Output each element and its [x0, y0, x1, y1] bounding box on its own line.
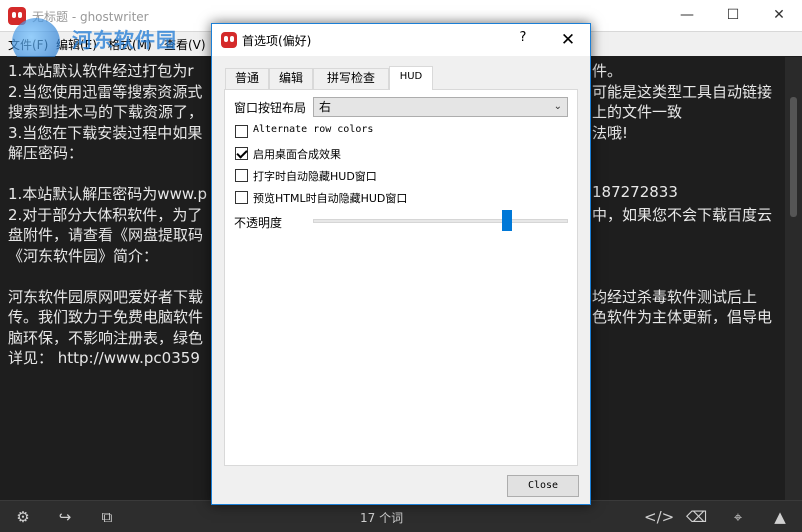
chevron-down-icon: ⌄: [553, 101, 562, 112]
editor-line: 3.当您在下载安装过程中如果: [8, 123, 203, 142]
dialog-app-icon: [221, 32, 237, 48]
editor-line: 盘附件，请查看《网盘提取码: [8, 226, 204, 244]
button-layout-value: 右: [319, 100, 332, 114]
backspace-icon[interactable]: ⌫: [686, 507, 707, 527]
editor-line: 《河东软件园》简介：: [8, 246, 159, 265]
editor-line: 2.对于部分大体积软件，为了: [8, 205, 203, 224]
editor-line-right: 上的文件一致: [592, 103, 683, 121]
copy-html-icon[interactable]: ⧉: [97, 507, 117, 527]
editor-line: 河东软件园原网吧爱好者下载: [8, 287, 204, 306]
tab-edit[interactable]: 编辑: [269, 68, 313, 89]
autohide-hud-preview-checkbox[interactable]: [235, 191, 248, 204]
scrollbar-thumb[interactable]: [790, 97, 797, 217]
editor-line: 脑环保，不影响注册表，绿色: [8, 328, 204, 347]
tab-general[interactable]: 普通: [225, 68, 269, 89]
hud-tab-panel: 窗口按钮布局 右 ⌄ Alternate row colors 启用桌面合成效果…: [224, 89, 578, 466]
window-title: 无标题 - ghostwriter: [32, 10, 149, 24]
editor-line: 搜索到挂木马的下载资源了，: [8, 103, 204, 121]
editor-line-right: 可能是这类型工具自动链接: [592, 82, 773, 101]
editor-line-right: 中，如果您不会下载百度云: [592, 205, 773, 224]
preferences-dialog: 首选项(偏好) ? ✕ 普通 编辑 拼写检查 HUD 窗口按钮布局 右 ⌄ Al…: [211, 23, 591, 505]
editor-line: 解压密码：: [8, 144, 84, 162]
opacity-slider-track[interactable]: [313, 219, 568, 223]
code-view-icon[interactable]: </>: [644, 507, 674, 527]
desktop-compositing-label: 启用桌面合成效果: [253, 148, 341, 161]
opacity-slider-thumb[interactable]: [501, 210, 512, 231]
editor-line-right: 色软件为主体更新，倡导电: [592, 308, 773, 326]
settings-gear-icon[interactable]: ⚙: [13, 507, 33, 527]
editor-line: 2.当您使用迅雷等搜索资源式: [8, 82, 203, 101]
editor-line: 传。我们致力于免费电脑软件: [8, 308, 204, 326]
menu-file[interactable]: 文件(F): [8, 36, 48, 53]
menu-edit[interactable]: 编辑(E): [56, 36, 97, 53]
tab-hud[interactable]: HUD: [389, 66, 433, 90]
alternate-row-colors-label: Alternate row colors: [253, 124, 374, 135]
dialog-title: 首选项(偏好): [242, 34, 312, 48]
sidebar-toggle-icon[interactable]: ▲: [770, 507, 790, 527]
editor-line-right: 均经过杀毒软件测试后上: [592, 287, 758, 306]
desktop-compositing-checkbox[interactable]: [235, 147, 248, 160]
tab-spell-check[interactable]: 拼写检查: [313, 68, 389, 89]
editor-line: 详见： http://www.pc0359: [8, 349, 200, 367]
autohide-hud-preview-label: 预览HTML时自动隐藏HUD窗口: [253, 192, 408, 205]
dialog-title-bar: 首选项(偏好) ? ✕: [212, 24, 590, 56]
button-layout-label: 窗口按钮布局: [234, 101, 307, 115]
ghostwriter-app-icon: [8, 7, 26, 25]
close-icon[interactable]: ✕: [756, 0, 802, 32]
dialog-close-icon[interactable]: ✕: [552, 28, 584, 52]
help-button[interactable]: ?: [510, 30, 536, 50]
minimize-icon[interactable]: —: [664, 0, 710, 32]
focus-mode-icon[interactable]: ⌖: [728, 507, 748, 527]
close-button[interactable]: Close: [507, 475, 579, 497]
menu-view[interactable]: 查看(V): [164, 36, 206, 53]
editor-line: 1.本站默认解压密码为www.p: [8, 185, 208, 203]
editor-line-right: 187272833: [592, 183, 678, 201]
editor-scrollbar[interactable]: [785, 57, 802, 500]
editor-line: 1.本站默认软件经过打包为r: [8, 62, 194, 80]
editor-line-right: 件。: [592, 62, 623, 80]
autohide-hud-typing-label: 打字时自动隐藏HUD窗口: [253, 170, 377, 183]
word-count: 17 个词: [360, 511, 404, 525]
maximize-icon[interactable]: ☐: [710, 0, 756, 32]
menu-format[interactable]: 格式(M): [108, 36, 152, 53]
editor-line-right: 法哦!: [592, 123, 629, 142]
button-layout-select[interactable]: 右 ⌄: [313, 97, 568, 117]
opacity-label: 不透明度: [234, 216, 283, 230]
export-icon[interactable]: ↪: [55, 507, 75, 527]
alternate-row-colors-checkbox[interactable]: [235, 125, 248, 138]
autohide-hud-typing-checkbox[interactable]: [235, 169, 248, 182]
